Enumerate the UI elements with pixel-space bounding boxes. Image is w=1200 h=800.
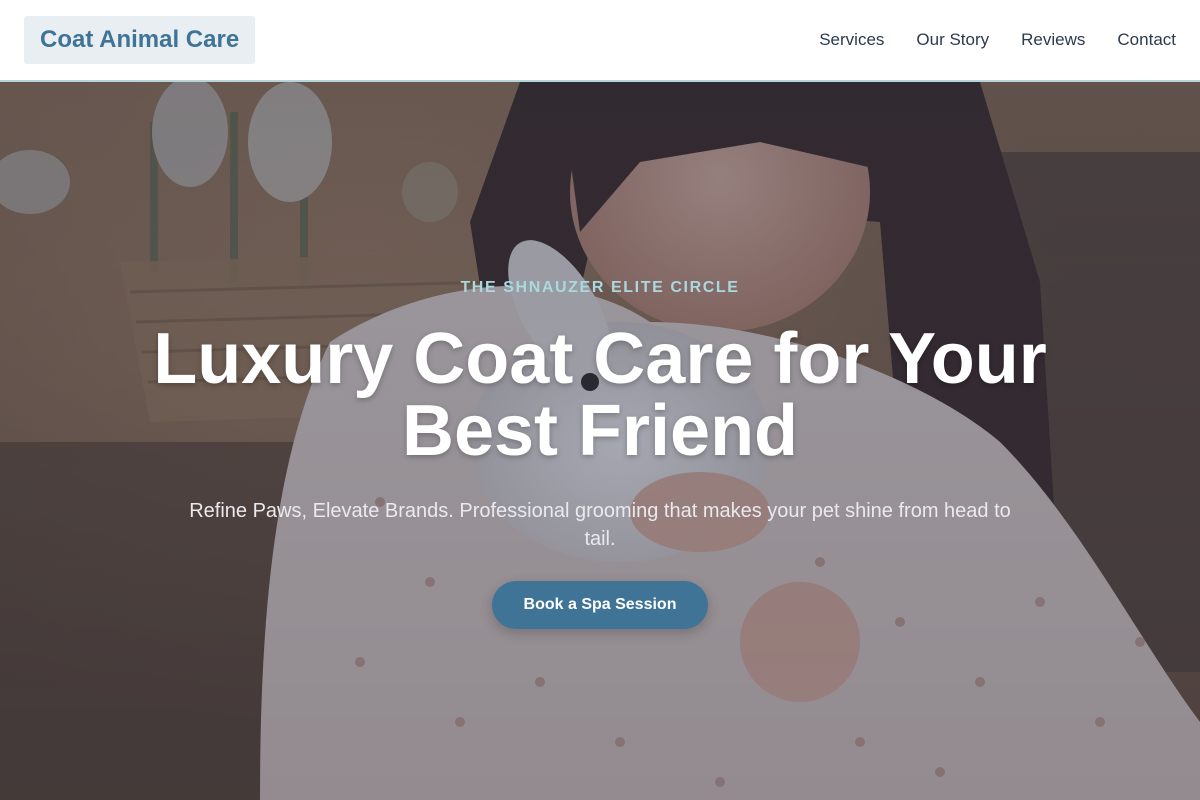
book-spa-session-button[interactable]: Book a Spa Session — [491, 581, 709, 629]
site-logo[interactable]: Coat Animal Care — [24, 16, 256, 64]
nav-link-contact[interactable]: Contact — [1117, 30, 1176, 50]
nav-link-our-story[interactable]: Our Story — [916, 30, 989, 50]
hero-subtext: Refine Paws, Elevate Brands. Professiona… — [189, 500, 1011, 550]
hero-eyebrow: THE SHNAUZER ELITE CIRCLE — [460, 279, 740, 296]
main-nav: Services Our Story Reviews Contact — [819, 30, 1176, 50]
hero-content: THE SHNAUZER ELITE CIRCLE Luxury Coat Ca… — [0, 82, 1200, 800]
hero-section: THE SHNAUZER ELITE CIRCLE Luxury Coat Ca… — [0, 82, 1200, 800]
site-header: Coat Animal Care Services Our Story Revi… — [0, 0, 1200, 82]
nav-link-services[interactable]: Services — [819, 30, 884, 50]
hero-headline: Luxury Coat Care for Your Best Friend — [153, 319, 1047, 471]
nav-link-reviews[interactable]: Reviews — [1021, 30, 1085, 50]
